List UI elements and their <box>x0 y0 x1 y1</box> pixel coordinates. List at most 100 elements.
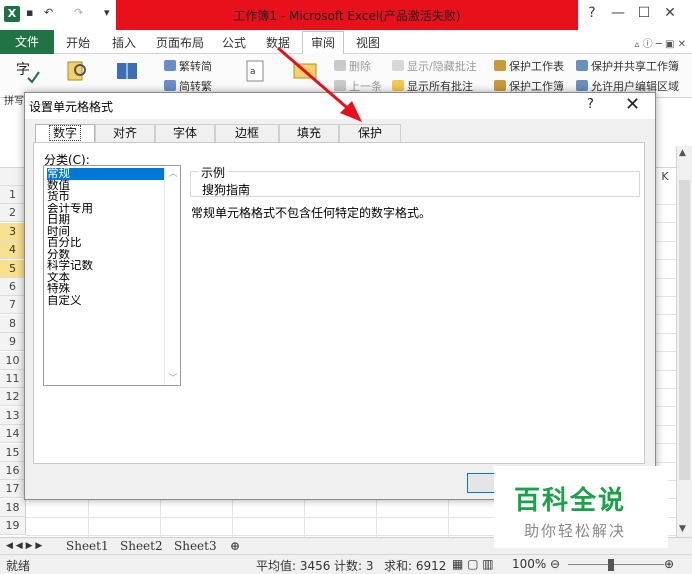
translate-icon[interactable]: a <box>244 58 270 84</box>
row-header[interactable]: 14 <box>0 425 26 444</box>
close-window-button[interactable]: ✕ <box>660 5 680 23</box>
tab-view[interactable]: 视图 <box>356 34 380 51</box>
dialog-title: 设置单元格格式 <box>29 100 114 114</box>
thesaurus-icon[interactable] <box>114 58 140 84</box>
protect-sheet-icon <box>494 60 506 71</box>
scroll-thumb[interactable] <box>679 180 690 480</box>
row-header[interactable]: 17 <box>0 480 26 499</box>
row-header[interactable]: 13 <box>0 406 26 425</box>
row-header[interactable]: 8 <box>0 314 26 333</box>
tab-alignment[interactable]: 对齐 <box>95 124 155 142</box>
category-item[interactable]: 科学记数 <box>47 260 164 272</box>
protect-workbook-icon <box>494 80 506 91</box>
category-item[interactable]: 数值 <box>47 180 164 192</box>
row-header[interactable]: 16 <box>0 462 26 480</box>
tab-file[interactable]: 文件 <box>0 30 54 54</box>
dialog-tabs: 数字 对齐 字体 边框 填充 保护 <box>33 124 645 142</box>
insert-sheet-icon[interactable]: ⊕ <box>230 539 240 553</box>
zoom-out-icon[interactable]: ⊖ <box>550 557 560 571</box>
redo-icon[interactable]: ↷ <box>74 6 83 19</box>
row-header[interactable]: 4 <box>0 241 26 260</box>
category-list[interactable]: 常规 数值 货币 会计专用 日期 时间 百分比 分数 科学记数 文本 特殊 自定义 ︿ ﹀ <box>43 165 181 386</box>
new-comment-icon[interactable] <box>292 58 318 84</box>
row-header[interactable]: 19 <box>0 517 26 536</box>
trad-to-simp-button[interactable]: 繁转简 <box>164 58 212 74</box>
row-header[interactable]: 11 <box>0 370 26 388</box>
maximize-button[interactable]: ☐ <box>634 5 654 23</box>
customize-qat-icon[interactable]: ▾ <box>104 6 110 19</box>
tab-insert[interactable]: 插入 <box>112 34 136 51</box>
category-item[interactable]: 时间 <box>47 226 164 238</box>
help-window-icon[interactable]: ? <box>582 5 602 23</box>
svg-text:字: 字 <box>16 62 30 78</box>
category-item[interactable]: 货币 <box>47 191 164 203</box>
row-header[interactable]: 10 <box>0 351 26 370</box>
ok-button[interactable] <box>467 473 497 493</box>
tab-home[interactable]: 开始 <box>66 34 90 51</box>
tab-protection[interactable]: 保护 <box>339 124 401 142</box>
tab-font[interactable]: 字体 <box>155 124 215 142</box>
spelling-icon[interactable]: 字 <box>14 58 40 84</box>
category-item[interactable]: 日期 <box>47 214 164 226</box>
sheet-tab-3[interactable]: Sheet3 <box>174 539 217 553</box>
sample-box <box>190 171 640 197</box>
category-item[interactable]: 自定义 <box>47 295 164 307</box>
row-header[interactable]: 15 <box>0 443 26 462</box>
sheet-nav-icons[interactable]: ◀ ◀ ▶ ▶ <box>6 541 42 551</box>
svg-text:a: a <box>250 67 256 77</box>
trad-to-simp-icon <box>164 60 176 71</box>
tab-fill[interactable]: 填充 <box>279 124 339 142</box>
tab-border[interactable]: 边框 <box>215 124 279 142</box>
dialog-close-button[interactable]: ✕ <box>625 94 640 115</box>
sheet-tab-1[interactable]: Sheet1 <box>66 539 109 553</box>
tab-review[interactable]: 审阅 <box>302 31 345 55</box>
row-header[interactable]: 18 <box>0 498 26 517</box>
scroll-up-icon[interactable]: ▲ <box>679 148 686 158</box>
row-header[interactable]: 5 <box>0 259 26 278</box>
tab-number[interactable]: 数字 <box>35 124 95 142</box>
view-buttons-icon[interactable]: ▦ ▢ ▥ <box>452 557 494 571</box>
row-header[interactable]: 7 <box>0 296 26 315</box>
tab-formulas[interactable]: 公式 <box>222 34 246 51</box>
research-icon[interactable] <box>64 58 90 84</box>
show-hide-comment-button[interactable]: 显示/隐藏批注 <box>392 58 477 74</box>
row-header[interactable]: 2 <box>0 204 26 223</box>
dialog-title-bar[interactable]: 设置单元格格式 ? ✕ <box>25 93 655 119</box>
category-item[interactable]: 分数 <box>47 249 164 261</box>
status-average: 平均值: 3456 <box>256 559 331 573</box>
minimize-button[interactable]: — <box>608 5 628 23</box>
zoom-slider-thumb[interactable] <box>608 559 614 571</box>
dialog-help-button[interactable]: ? <box>587 97 594 112</box>
row-header[interactable]: 3 <box>0 222 26 241</box>
column-header-k[interactable]: K <box>654 170 676 186</box>
delete-comment-button[interactable]: 删除 <box>334 58 371 74</box>
category-item[interactable]: 常规 <box>47 168 164 180</box>
protect-sheet-button[interactable]: 保护工作表 <box>494 58 564 74</box>
category-item[interactable]: 百分比 <box>47 237 164 249</box>
protect-share-button[interactable]: 保护并共享工作簿 <box>576 58 679 74</box>
sheet-tab-2[interactable]: Sheet2 <box>120 539 163 553</box>
category-item[interactable]: 特殊 <box>47 283 164 295</box>
row-header[interactable]: 1 <box>0 186 26 204</box>
show-all-comments-icon <box>392 80 404 91</box>
zoom-slider[interactable] <box>568 564 664 565</box>
vertical-scrollbar[interactable]: ▲ ▼ <box>676 146 692 538</box>
category-item[interactable]: 会计专用 <box>47 203 164 215</box>
row-header[interactable]: 12 <box>0 388 26 407</box>
chevron-up-icon[interactable]: ︿ <box>165 166 180 179</box>
scroll-down-icon[interactable]: ▼ <box>679 524 686 534</box>
tab-data[interactable]: 数据 <box>266 34 290 51</box>
undo-icon[interactable]: ↶ <box>44 6 53 19</box>
row-header[interactable]: 9 <box>0 333 26 352</box>
protect-sheet-label: 保护工作表 <box>509 60 564 73</box>
zoom-in-icon[interactable]: ⊕ <box>664 557 674 571</box>
category-item[interactable]: 文本 <box>47 272 164 284</box>
row-header[interactable]: 6 <box>0 278 26 296</box>
zoom-level[interactable]: 100% <box>512 557 546 571</box>
category-scrollbar[interactable]: ︿ ﹀ <box>164 166 180 385</box>
corner-cell[interactable] <box>0 168 26 186</box>
save-icon[interactable]: ▪ <box>26 6 33 19</box>
chevron-down-icon[interactable]: ﹀ <box>165 371 180 384</box>
tab-page-layout[interactable]: 页面布局 <box>156 34 204 51</box>
ribbon-help-icons[interactable]: ▵ ⓘ ─ ▣ ✕ <box>634 35 686 50</box>
